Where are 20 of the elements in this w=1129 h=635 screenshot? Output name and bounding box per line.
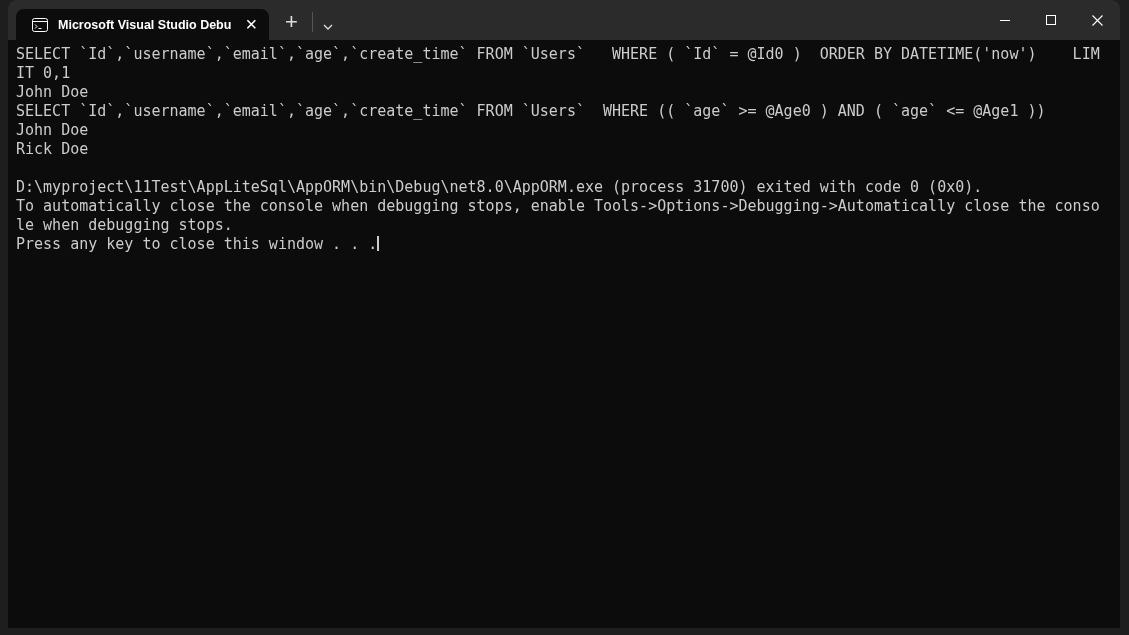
console-line: To automatically close the console when debugging stops, enable Tools->Options->Debugging->Automatically close the conso — [16, 197, 1100, 215]
console-line: SELECT `Id`,`username`,`email`,`age`,`create_time` FROM `Users` WHERE ( `Id` = @Id0 ) ORDER BY DATETIME('now') LIM — [16, 45, 1100, 63]
console-line: le when debugging stops. — [16, 216, 233, 234]
console-tab[interactable]: Microsoft Visual Studio Debu × — [16, 9, 270, 40]
console-line: SELECT `Id`,`username`,`email`,`age`,`create_time` FROM `Users` WHERE (( `age` >= @Age0 ) AND ( `age` <= @Age1 )) — [16, 102, 1046, 120]
text-cursor — [377, 236, 380, 251]
maximize-icon — [1046, 15, 1056, 25]
console-line: Press any key to close this window . . . — [16, 235, 378, 253]
console-line: Rick Doe — [16, 140, 89, 158]
console-line: John Doe — [16, 121, 89, 139]
console-line: D:\myproject\11Test\AppLiteSql\AppORM\bin\Debug\net8.0\AppORM.exe (process 31700) exited with code 0 (0x0). — [16, 178, 983, 196]
new-tab-button[interactable]: + — [279, 8, 304, 36]
terminal-icon — [32, 17, 48, 32]
console-line: IT 0,1 — [16, 64, 71, 82]
chevron-down-icon — [322, 24, 333, 30]
close-icon — [1091, 14, 1103, 26]
console-line: John Doe — [16, 83, 89, 101]
tab-close-button[interactable]: × — [241, 13, 262, 36]
tab-title: Microsoft Visual Studio Debu — [58, 17, 232, 32]
minimize-icon — [1000, 19, 1010, 21]
